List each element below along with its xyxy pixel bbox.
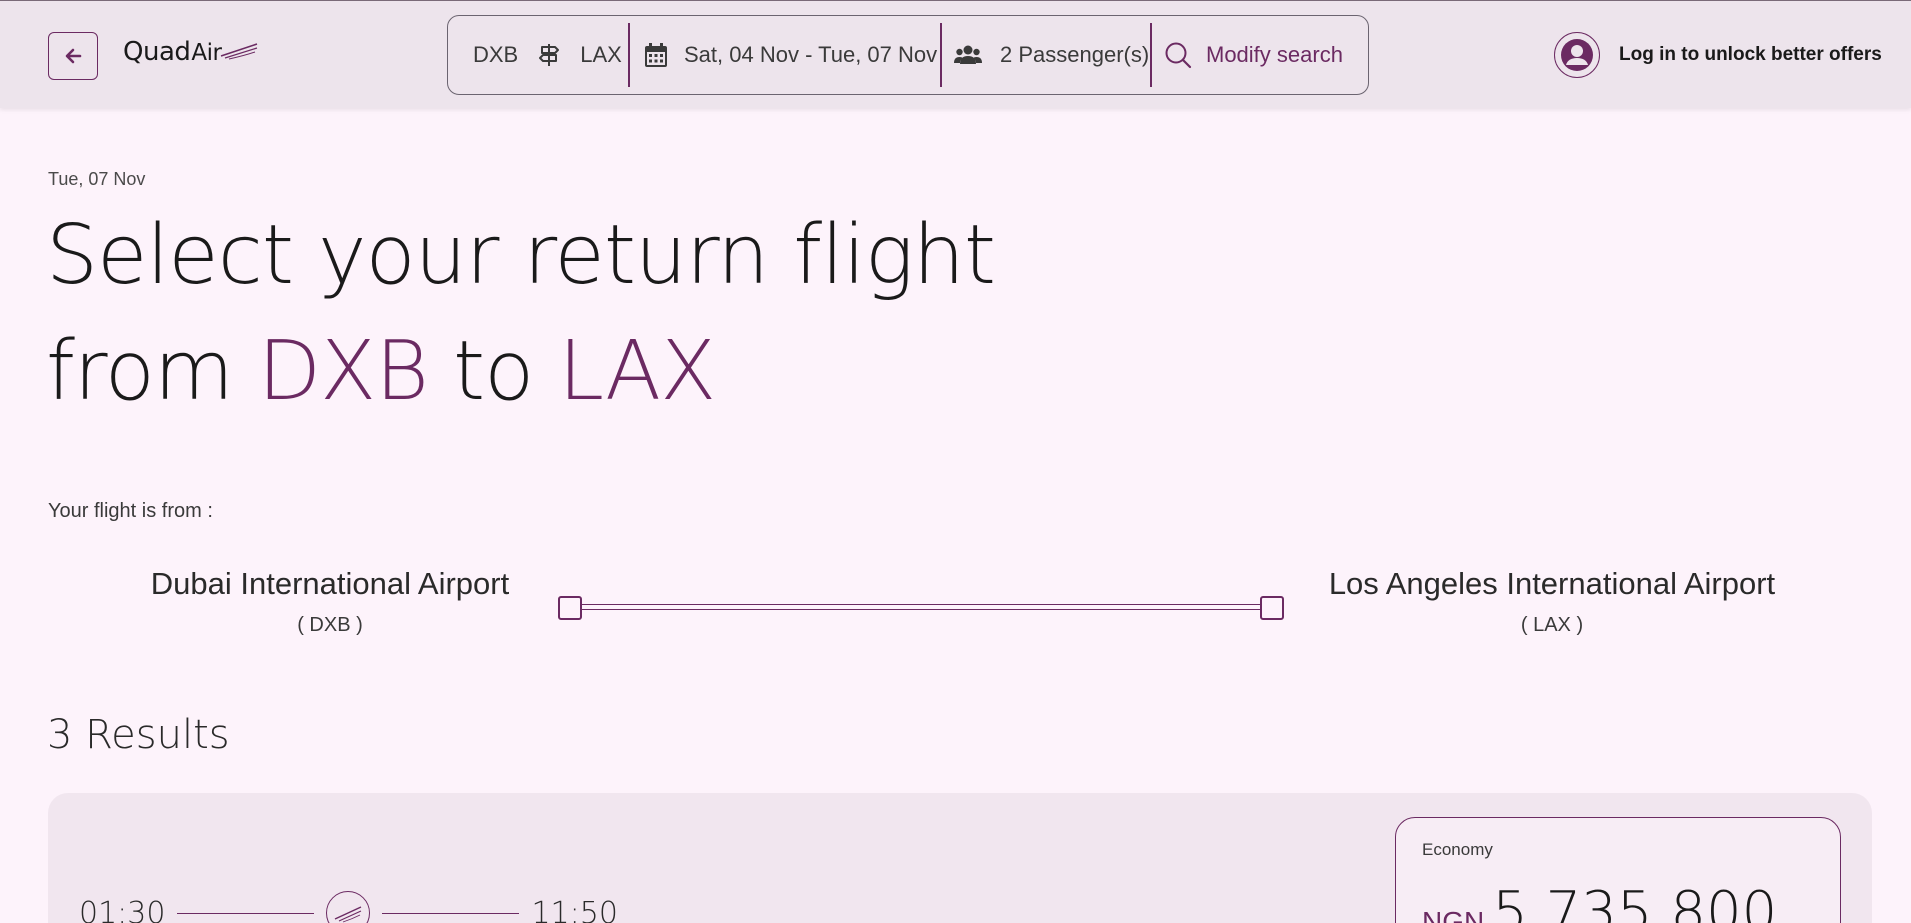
destination-airport-name: Los Angeles International Airport [1328,566,1776,601]
flight-from-label: Your flight is from : [48,500,213,522]
origin-airport-name: Dubai International Airport [150,566,510,601]
logo-subtext: Air [191,40,222,66]
dates-segment[interactable]: Sat, 04 Nov - Tue, 07 Nov [630,16,940,94]
title-from: from [46,324,234,419]
search-summary-bar[interactable]: DXB LAX Sat, 04 Nov - Tue, 07 Nov 2 Pass… [447,15,1369,95]
fare-currency: NGN [1422,906,1485,923]
title-origin: DXB [257,324,429,419]
brand-logo[interactable]: Quad Air [123,37,259,73]
timeline-line [177,912,315,914]
route-connector [558,596,1284,620]
logo-swoosh-icon [221,43,258,60]
results-count: 3 Results [47,712,230,758]
modify-search-button[interactable]: Modify search [1152,16,1343,94]
plane-icon [326,891,371,923]
back-button[interactable] [48,32,98,80]
selected-date: Tue, 07 Nov [48,169,146,189]
destination-airport: Los Angeles International Airport ( LAX … [1322,566,1782,637]
route-line [570,604,1272,610]
route-end-marker [1260,596,1284,620]
search-icon [1164,41,1192,69]
signpost-icon [538,42,560,68]
flight-result-card[interactable]: 01:30 11:50 Economy NGN 5,735,800 [48,793,1872,923]
title-to: to [453,324,534,419]
destination-airport-code: ( LAX ) [1520,614,1584,636]
logo-text: Quad [123,37,191,67]
users-icon [954,44,982,66]
fare-price: NGN 5,735,800 [1422,880,1777,923]
fare-amount: 5,735,800 [1492,880,1778,923]
depart-time: 01:30 [79,895,166,923]
destination-code: LAX [580,42,622,67]
flight-times: 01:30 11:50 [79,891,618,923]
title-destination: LAX [558,324,716,419]
page-title: Select your return flight from DXB to LA… [46,198,996,430]
user-icon [1561,39,1593,71]
calendar-icon [644,42,668,68]
origin-airport-code: ( DXB ) [297,614,363,636]
origin-airport: Dubai International Airport ( DXB ) [140,566,520,637]
modify-search-label: Modify search [1206,42,1343,67]
arrive-time: 11:50 [531,895,618,923]
route-segment[interactable]: DXB LAX [448,16,628,94]
passenger-count: 2 Passenger(s) [1000,42,1150,67]
passengers-segment[interactable]: 2 Passenger(s) [942,16,1150,94]
timeline-line [382,912,520,914]
arrow-left-icon [65,48,82,64]
fare-option-economy[interactable]: Economy NGN 5,735,800 [1395,817,1841,923]
origin-code: DXB [473,42,519,67]
top-header: Quad Air DXB LAX Sat, 04 Nov - Tue, 07 N… [0,0,1911,108]
fare-class: Economy [1422,840,1493,859]
date-range: Sat, 04 Nov - Tue, 07 Nov [684,42,938,67]
route-start-marker [558,596,582,620]
login-link[interactable]: Log in to unlock better offers [1554,32,1882,78]
title-line1: Select your return flight [46,208,996,303]
login-label: Log in to unlock better offers [1619,44,1882,65]
avatar[interactable] [1554,32,1600,78]
